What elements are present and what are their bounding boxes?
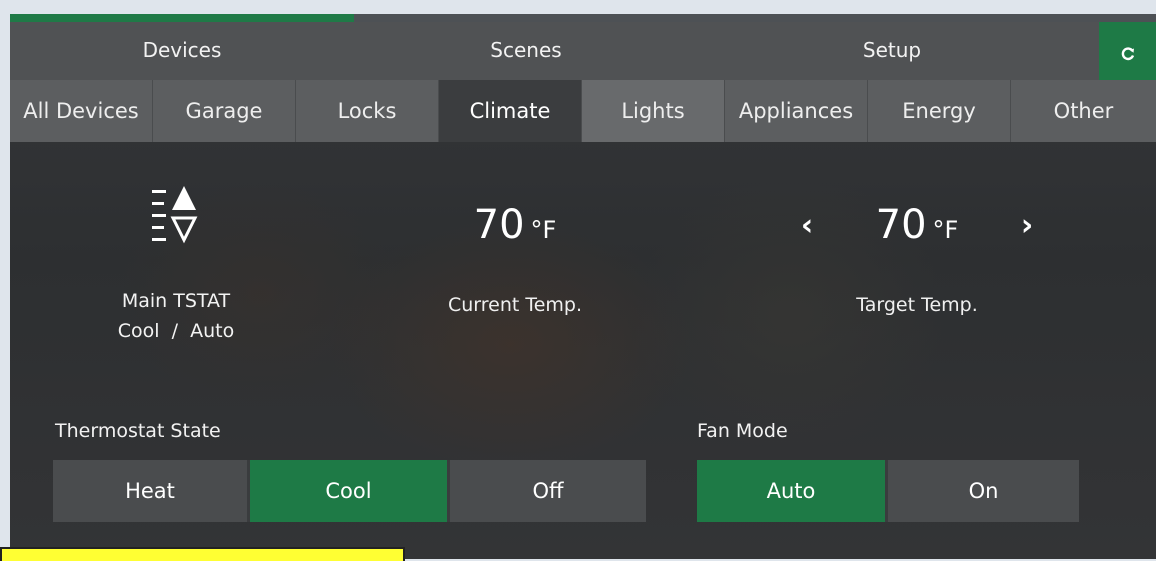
refresh-icon bbox=[1121, 47, 1134, 61]
thermostat-mode: Cool / Auto bbox=[117, 320, 235, 342]
fan-mode-label: Fan Mode bbox=[697, 420, 788, 442]
sub-tab-lights[interactable]: Lights bbox=[582, 80, 725, 142]
target-temp-value: 70 bbox=[875, 202, 927, 248]
target-temp: ‹ 70 °F › Target Temp. bbox=[792, 202, 1042, 316]
thermostat-icon bbox=[152, 186, 198, 244]
refresh-button[interactable] bbox=[1099, 22, 1156, 86]
highlight-box bbox=[0, 547, 405, 561]
heat-button[interactable]: Heat bbox=[53, 460, 250, 522]
progress-fill bbox=[10, 14, 354, 22]
increase-temp-button[interactable]: › bbox=[1012, 208, 1042, 243]
fan-auto-button[interactable]: Auto bbox=[697, 460, 888, 522]
sub-tab-bar: All Devices Garage Locks Climate Lights … bbox=[10, 80, 1156, 142]
sub-tab-appliances[interactable]: Appliances bbox=[725, 80, 868, 142]
sub-tab-climate[interactable]: Climate bbox=[439, 80, 582, 142]
sub-tab-garage[interactable]: Garage bbox=[153, 80, 296, 142]
current-temp-value: 70 bbox=[473, 202, 525, 248]
cool-button[interactable]: Cool bbox=[250, 460, 450, 522]
current-temp-unit: °F bbox=[530, 216, 557, 244]
thermostat-name: Main TSTAT bbox=[121, 290, 231, 312]
thermostat-state-label: Thermostat State bbox=[55, 420, 221, 442]
sub-tab-all-devices[interactable]: All Devices bbox=[10, 80, 153, 142]
sub-tab-locks[interactable]: Locks bbox=[296, 80, 439, 142]
thermostat-state-group: Heat Cool Off bbox=[53, 460, 646, 522]
current-temp-label: Current Temp. bbox=[447, 294, 583, 316]
progress-bar bbox=[10, 14, 1156, 22]
thermostat-info: Main TSTAT Cool / Auto bbox=[116, 184, 236, 346]
sub-tab-energy[interactable]: Energy bbox=[868, 80, 1011, 142]
target-temp-unit: °F bbox=[932, 216, 959, 244]
decrease-temp-button[interactable]: ‹ bbox=[792, 208, 822, 243]
fan-on-button[interactable]: On bbox=[888, 460, 1079, 522]
off-button[interactable]: Off bbox=[450, 460, 646, 522]
target-temp-label: Target Temp. bbox=[856, 294, 978, 316]
thermostat-panel: Devices Scenes Setup All Devices Garage … bbox=[10, 14, 1156, 559]
fan-mode-group: Auto On bbox=[697, 460, 1079, 522]
sub-tab-other[interactable]: Other bbox=[1011, 80, 1156, 142]
current-temp: 70 °F Current Temp. bbox=[430, 202, 600, 316]
